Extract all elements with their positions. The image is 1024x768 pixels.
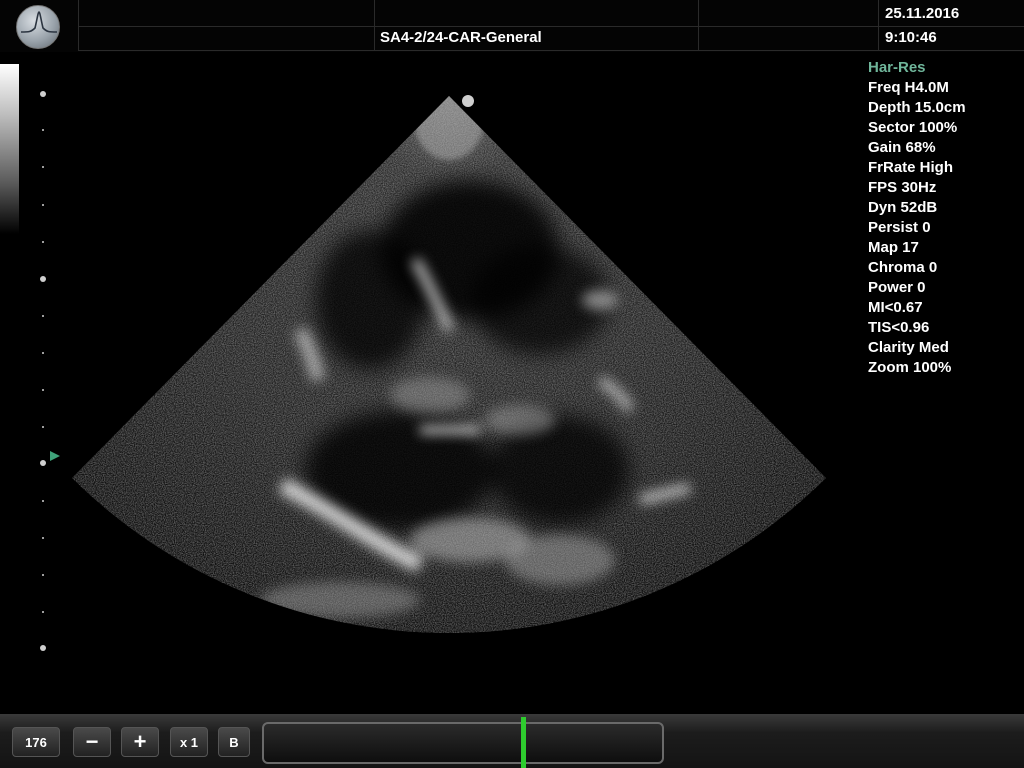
depth-tick [42, 389, 44, 391]
header-divider [78, 50, 1024, 51]
speed-button[interactable]: x 1 [170, 727, 208, 757]
header-divider [878, 0, 879, 50]
param-depth: Depth 15.0cm [868, 99, 966, 116]
param-clarity: Clarity Med [868, 339, 949, 356]
depth-tick [42, 500, 44, 502]
depth-tick-major [40, 645, 46, 651]
depth-tick [42, 129, 44, 131]
depth-tick [42, 574, 44, 576]
waveform-logo-icon [16, 5, 60, 49]
depth-tick [42, 166, 44, 168]
depth-tick [42, 204, 44, 206]
param-freq: Freq H4.0M [868, 79, 949, 96]
param-tis: TIS<0.96 [868, 319, 930, 336]
param-power: Power 0 [868, 279, 926, 296]
depth-tick-major [40, 276, 46, 282]
depth-tick [42, 315, 44, 317]
minus-icon: − [85, 729, 99, 754]
param-chroma: Chroma 0 [868, 259, 938, 276]
preset-label: SA4-2/24-CAR-General [380, 29, 542, 46]
param-frrate: FrRate High [868, 159, 954, 176]
plus-icon: + [133, 729, 147, 754]
cine-scrollbar[interactable] [262, 722, 664, 764]
param-gain: Gain 68% [868, 139, 936, 156]
mode-b-button[interactable]: B [218, 727, 250, 757]
param-zoom: Zoom 100% [868, 359, 952, 376]
param-har-res: Har-Res [868, 59, 926, 76]
time-label: 9:10:46 [885, 29, 937, 46]
date-label: 25.11.2016 [885, 5, 960, 22]
grayscale-bar [0, 64, 19, 234]
depth-tick-major [40, 91, 46, 97]
depth-tick-major [40, 460, 46, 466]
parameters-panel: Har-Res Freq H4.0M Depth 15.0cm Sector 1… [868, 58, 1018, 378]
param-sector: Sector 100% [868, 119, 958, 136]
ultrasound-image[interactable] [60, 85, 860, 655]
header-divider [78, 26, 1024, 27]
depth-tick [42, 426, 44, 428]
orientation-marker [462, 95, 474, 107]
param-mi: MI<0.67 [868, 299, 923, 316]
param-persist: Persist 0 [868, 219, 931, 236]
param-map: Map 17 [868, 239, 919, 256]
frame-counter: 176 [12, 727, 60, 757]
param-fps: FPS 30Hz [868, 179, 937, 196]
speckle-texture [72, 96, 826, 633]
focus-arrow-icon[interactable] [50, 451, 60, 461]
header-divider [374, 0, 375, 50]
cine-position-handle[interactable] [520, 717, 526, 768]
depth-tick [42, 611, 44, 613]
minus-button[interactable]: − [73, 727, 111, 757]
depth-tick [42, 352, 44, 354]
depth-tick [42, 241, 44, 243]
header-divider [78, 0, 79, 50]
depth-tick [42, 537, 44, 539]
plus-button[interactable]: + [121, 727, 159, 757]
param-dyn: Dyn 52dB [868, 199, 938, 216]
header-divider [698, 0, 699, 50]
